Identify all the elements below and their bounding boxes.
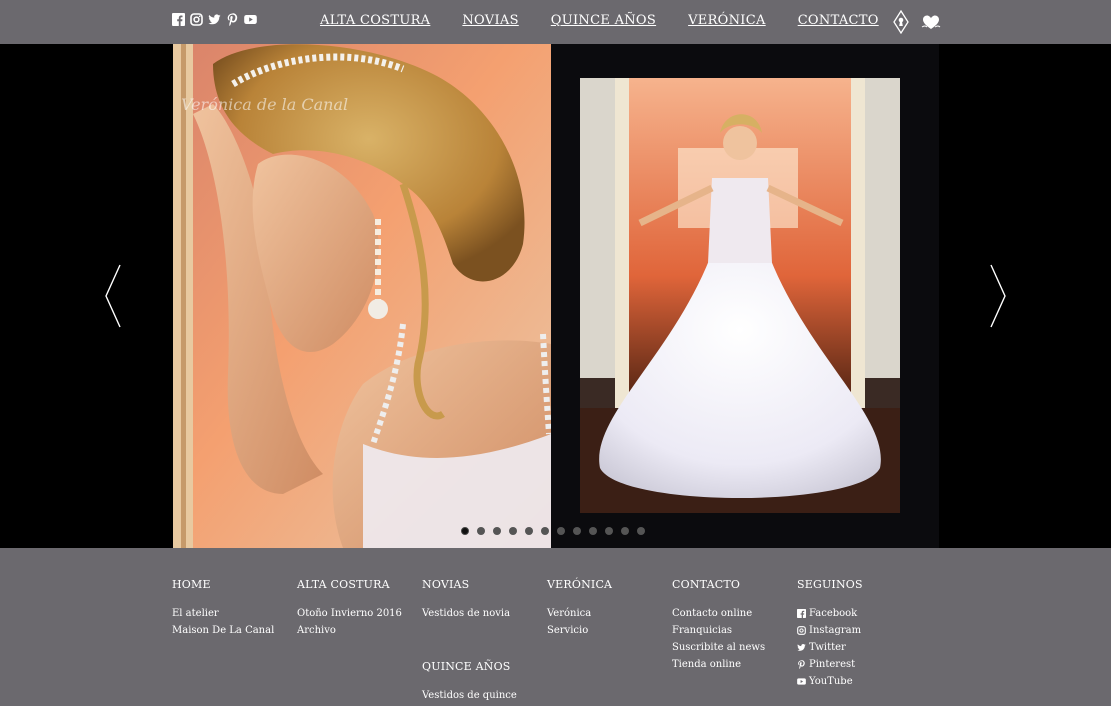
footer-link-vestidos-novia[interactable]: Vestidos de novia — [422, 605, 542, 622]
footer-link-facebook[interactable]: Facebook — [797, 605, 917, 622]
slider-dot-11[interactable] — [621, 527, 629, 535]
slider-dot-6[interactable] — [541, 527, 549, 535]
footer-link-maison[interactable]: Maison De La Canal — [172, 622, 292, 639]
footer-link-franquicias[interactable]: Franquicias — [672, 622, 792, 639]
slider-dot-1[interactable] — [461, 527, 469, 535]
nav-novias[interactable]: NOVIAS — [462, 13, 518, 28]
youtube-icon[interactable] — [244, 13, 257, 26]
slider-dot-2[interactable] — [477, 527, 485, 535]
footer-col-veronica: VERÓNICA Verónica Servicio — [547, 578, 667, 639]
twitter-icon[interactable] — [208, 13, 221, 26]
footer-col-alta-costura: ALTA COSTURA Otoño Invierno 2016 Archivo — [297, 578, 417, 639]
slider-dot-7[interactable] — [557, 527, 565, 535]
footer: HOME El atelier Maison De La Canal ALTA … — [0, 548, 1111, 706]
slider-dot-9[interactable] — [589, 527, 597, 535]
footer-link-veronica[interactable]: Verónica — [547, 605, 667, 622]
social-links — [172, 13, 257, 26]
footer-heading-novias[interactable]: NOVIAS — [422, 578, 542, 591]
chevron-right-icon[interactable] — [988, 264, 1008, 328]
nav-alta-costura[interactable]: ALTA COSTURA — [320, 13, 430, 28]
keyhole-icon[interactable] — [892, 10, 910, 34]
facebook-icon[interactable] — [172, 13, 185, 26]
footer-link-servicio[interactable]: Servicio — [547, 622, 667, 639]
instagram-icon[interactable] — [190, 13, 203, 26]
footer-col-quince: QUINCE AÑOS Vestidos de quince — [422, 660, 542, 704]
bride-closeup-image: Verónica de la Canal — [173, 44, 551, 548]
nav-quince-anos[interactable]: QUINCE AÑOS — [551, 13, 656, 28]
slider-dot-10[interactable] — [605, 527, 613, 535]
footer-link-contacto-online[interactable]: Contacto online — [672, 605, 792, 622]
slider-dots — [461, 527, 645, 535]
footer-link-el-atelier[interactable]: El atelier — [172, 605, 292, 622]
footer-heading-contacto[interactable]: CONTACTO — [672, 578, 792, 591]
footer-col-seguinos: SEGUINOS Facebook Instagram Twitter Pint… — [797, 578, 917, 690]
footer-heading-quince[interactable]: QUINCE AÑOS — [422, 660, 542, 673]
youtube-icon — [797, 678, 806, 685]
twitter-icon — [797, 643, 806, 651]
instagram-icon — [797, 626, 806, 635]
slider-dot-3[interactable] — [493, 527, 501, 535]
footer-link-vestidos-quince[interactable]: Vestidos de quince — [422, 687, 542, 704]
footer-link-youtube[interactable]: YouTube — [797, 673, 917, 690]
hero-slider: Verónica de la Canal — [0, 44, 1111, 548]
pinterest-icon[interactable] — [226, 13, 239, 26]
bride-gown-image — [580, 78, 900, 513]
footer-link-otono-invierno[interactable]: Otoño Invierno 2016 — [297, 605, 417, 622]
footer-heading-seguinos: SEGUINOS — [797, 578, 863, 591]
footer-link-suscribite[interactable]: Suscribite al news — [672, 639, 792, 656]
nav-contacto[interactable]: CONTACTO — [798, 13, 879, 28]
main-nav: ALTA COSTURA NOVIAS QUINCE AÑOS VERÓNICA… — [320, 13, 879, 28]
top-bar: ALTA COSTURA NOVIAS QUINCE AÑOS VERÓNICA… — [0, 0, 1111, 44]
footer-link-instagram-label: Instagram — [809, 625, 862, 636]
slider-dot-12[interactable] — [637, 527, 645, 535]
footer-heading-veronica[interactable]: VERÓNICA — [547, 578, 667, 591]
footer-link-facebook-label: Facebook — [809, 608, 858, 619]
footer-col-home: HOME El atelier Maison De La Canal — [172, 578, 292, 639]
footer-link-tienda-online[interactable]: Tienda online — [672, 656, 792, 673]
slider-dot-8[interactable] — [573, 527, 581, 535]
footer-col-contacto: CONTACTO Contacto online Franquicias Sus… — [672, 578, 792, 673]
footer-link-instagram[interactable]: Instagram — [797, 622, 917, 639]
footer-link-pinterest[interactable]: Pinterest — [797, 656, 917, 673]
facebook-icon — [797, 609, 806, 618]
slider-dot-4[interactable] — [509, 527, 517, 535]
pinterest-icon — [798, 660, 805, 669]
nav-veronica[interactable]: VERÓNICA — [688, 13, 766, 28]
footer-col-novias: NOVIAS Vestidos de novia QUINCE AÑOS Ves… — [422, 578, 542, 704]
footer-link-twitter-label: Twitter — [809, 642, 846, 653]
watermark-text: Verónica de la Canal — [181, 95, 348, 114]
footer-link-pinterest-label: Pinterest — [809, 659, 856, 670]
footer-link-archivo[interactable]: Archivo — [297, 622, 417, 639]
chevron-left-icon[interactable] — [103, 264, 123, 328]
footer-heading-alta-costura[interactable]: ALTA COSTURA — [297, 578, 417, 591]
footer-link-youtube-label: YouTube — [809, 676, 853, 687]
heart-icon[interactable] — [921, 10, 941, 34]
footer-link-twitter[interactable]: Twitter — [797, 639, 917, 656]
slide: Verónica de la Canal — [173, 44, 939, 548]
footer-heading-home[interactable]: HOME — [172, 578, 292, 591]
slider-dot-5[interactable] — [525, 527, 533, 535]
